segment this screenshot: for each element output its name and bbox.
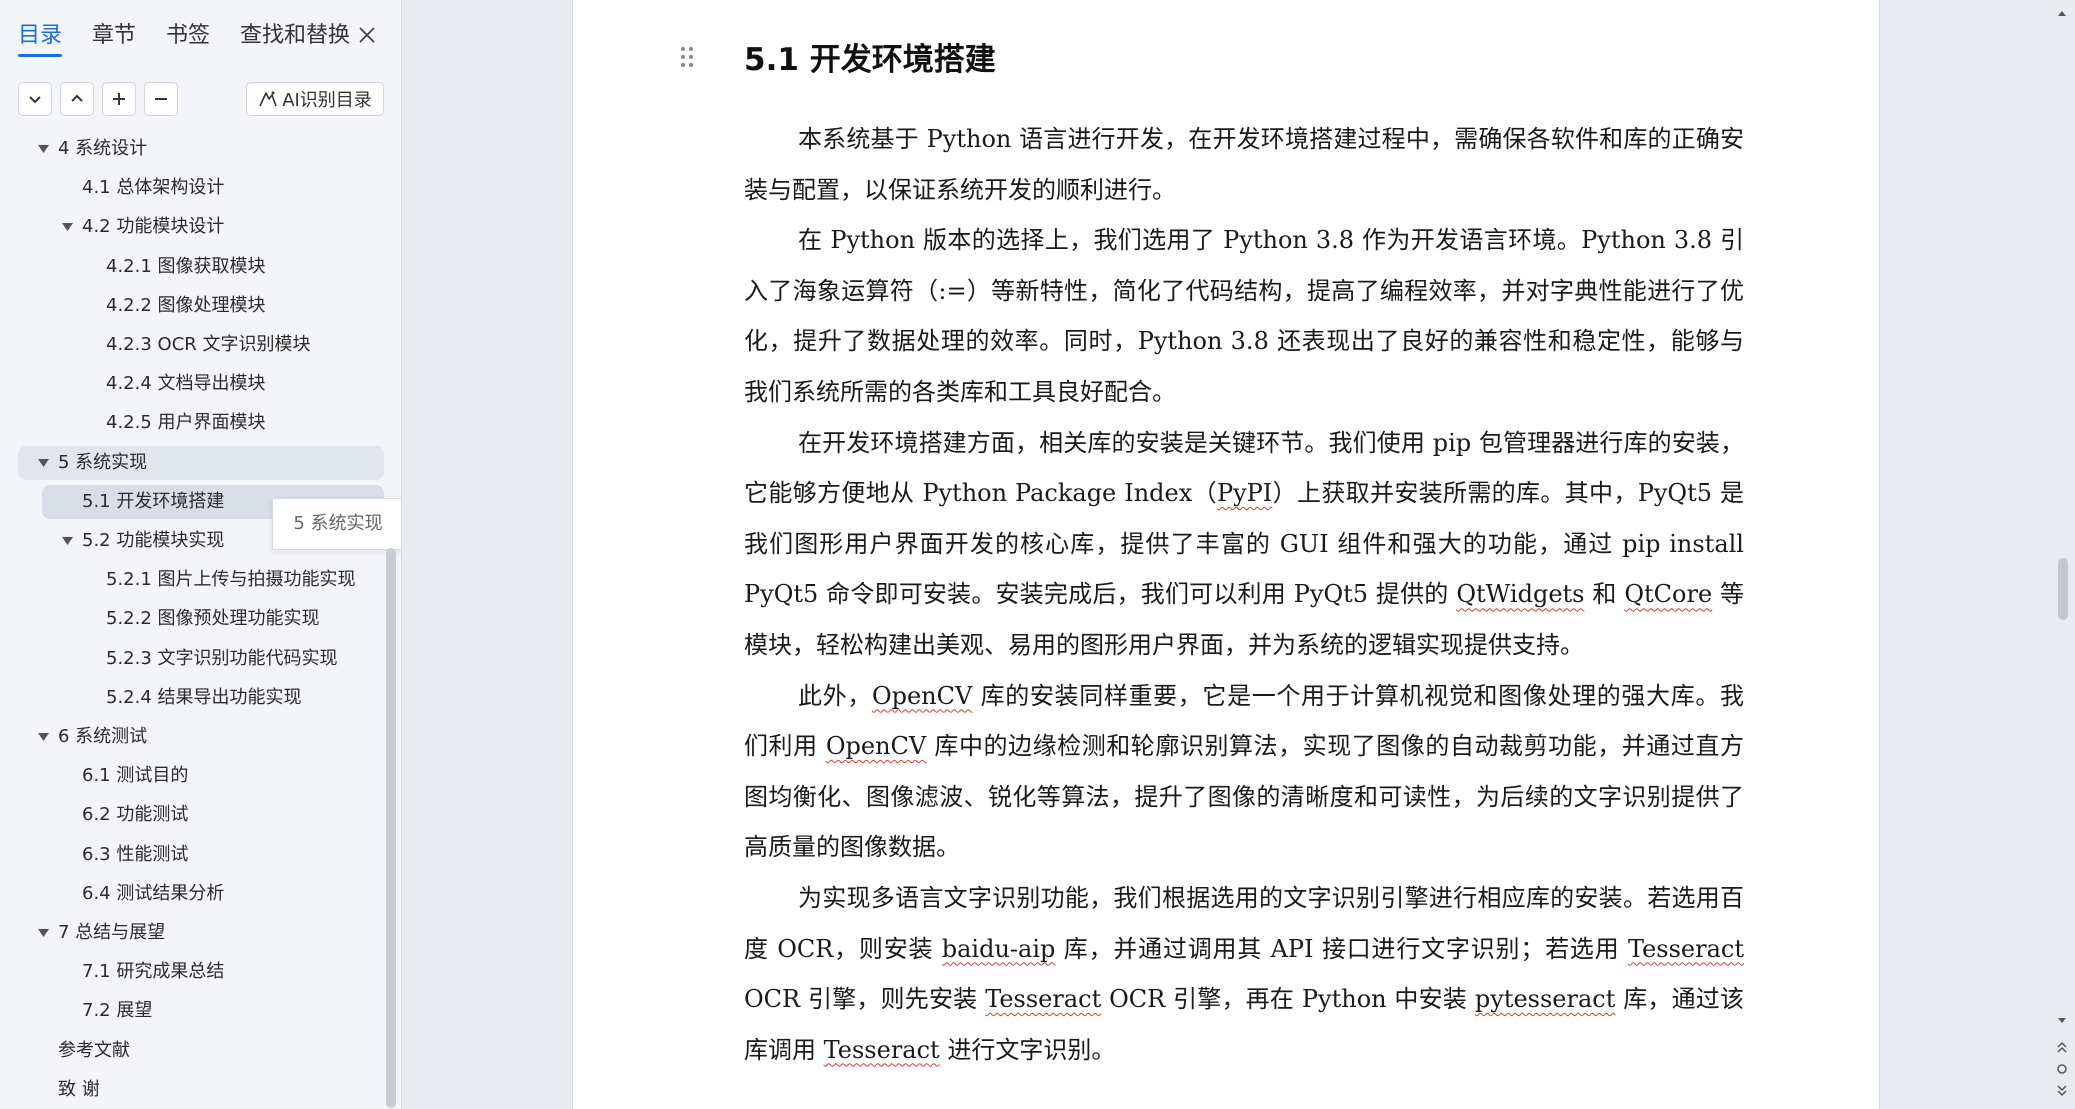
body-paragraph[interactable]: 在开发环境搭建方面，相关库的安装是关键环节。我们使用 pip 包管理器进行库的安… xyxy=(744,418,1744,671)
nav-tabs: 目录 章节 书签 查找和替换 xyxy=(18,18,380,58)
body-paragraph[interactable]: 本系统基于 Python 语言进行开发，在开发环境搭建过程中，需确保各软件和库的… xyxy=(744,114,1744,215)
close-icon xyxy=(359,27,375,43)
add-heading-button[interactable] xyxy=(102,82,136,116)
toc-item[interactable]: 5.1 开发环境搭建 xyxy=(82,485,224,519)
spellcheck-flagged-word: pytesseract xyxy=(1474,985,1616,1014)
toc-item[interactable]: 4.2.4 文档导出模块 xyxy=(106,367,266,401)
text-run: 在 Python 版本的选择上，我们选用了 Python 3.8 作为开发语言环… xyxy=(744,226,1744,406)
text-run: 和 xyxy=(1584,580,1625,609)
toc-item[interactable]: 5.2.2 图像预处理功能实现 xyxy=(106,602,320,636)
toc-item[interactable]: 6.3 性能测试 xyxy=(82,838,188,872)
toc-toolbar: AI识别目录 xyxy=(18,82,384,118)
spellcheck-flagged-word: QtCore xyxy=(1624,580,1713,609)
toc-scrollbar[interactable] xyxy=(386,548,396,1108)
text-run: OCR 引擎，则先安装 xyxy=(744,985,986,1014)
spellcheck-flagged-word: baidu-aip xyxy=(941,934,1056,963)
drag-handle-icon[interactable] xyxy=(677,44,697,70)
triangle-up-icon xyxy=(2058,11,2066,16)
text-run: OCR 引擎，再在 Python 中安装 xyxy=(1101,985,1475,1014)
toc-item[interactable]: 5 系统实现 xyxy=(58,446,147,480)
ai-magic-icon xyxy=(259,91,277,107)
spellcheck-flagged-word: OpenCV xyxy=(825,732,927,761)
toc-item[interactable]: 6.2 功能测试 xyxy=(82,798,188,832)
body-paragraph[interactable]: 为实现多语言文字识别功能，我们根据选用的文字识别引擎进行相应库的安装。若选用百度… xyxy=(744,873,1744,1075)
document-body[interactable]: 本系统基于 Python 语言进行开发，在开发环境搭建过程中，需确保各软件和库的… xyxy=(744,114,1744,1075)
toc-item[interactable]: 4.2 功能模块设计 xyxy=(82,210,224,244)
toc-item[interactable]: 7.2 展望 xyxy=(82,994,152,1028)
text-run: 此外， xyxy=(798,681,872,710)
navigation-pane: 目录 章节 书签 查找和替换 AI识别目录 4 系统设计 4.1 总体架构设计 … xyxy=(0,0,402,1109)
toc-item[interactable]: 5.2 功能模块实现 xyxy=(82,524,224,558)
triangle-down-icon xyxy=(2058,1018,2066,1023)
right-margin-area xyxy=(1881,0,2075,1109)
spellcheck-flagged-word: OpenCV xyxy=(871,681,973,710)
text-run: 进行文字识别。 xyxy=(939,1035,1116,1064)
close-pane-button[interactable] xyxy=(352,18,382,52)
toc-item[interactable]: 6.1 测试目的 xyxy=(82,759,188,793)
ai-recognize-toc-button[interactable]: AI识别目录 xyxy=(246,82,384,116)
toc-item[interactable]: 4.2.5 用户界面模块 xyxy=(106,406,266,440)
next-page-button[interactable] xyxy=(2051,1080,2073,1102)
toc-item[interactable]: 4 系统设计 xyxy=(58,132,147,166)
plus-icon xyxy=(113,93,125,105)
section-heading[interactable]: 5.1 开发环境搭建 xyxy=(744,34,996,79)
select-browse-object-button[interactable] xyxy=(2051,1058,2073,1080)
toc-tooltip: 5 系统实现 xyxy=(272,498,401,550)
tab-find-replace[interactable]: 查找和替换 xyxy=(240,19,350,57)
toc-item[interactable]: 6 系统测试 xyxy=(58,720,147,754)
double-chevron-up-icon xyxy=(2057,1041,2067,1053)
circle-icon xyxy=(2057,1064,2067,1074)
document-page[interactable]: 5.1 开发环境搭建 本系统基于 Python 语言进行开发，在开发环境搭建过程… xyxy=(572,0,1880,1109)
double-chevron-down-icon xyxy=(2057,1085,2067,1097)
text-run: 库，并通过调用其 API 接口进行文字识别；若选用 xyxy=(1055,934,1628,963)
document-scrollbar-thumb[interactable] xyxy=(2058,558,2068,620)
spellcheck-flagged-word: QtWidgets xyxy=(1456,580,1585,609)
scroll-up-button[interactable] xyxy=(2051,2,2073,24)
minus-icon xyxy=(155,98,167,100)
toc-item[interactable]: 5.2.1 图片上传与拍摄功能实现 xyxy=(106,563,356,597)
tab-bookmarks[interactable]: 书签 xyxy=(166,19,210,57)
collapse-up-button[interactable] xyxy=(60,82,94,116)
spellcheck-flagged-word: PyPI xyxy=(1216,479,1273,508)
ai-button-label: AI识别目录 xyxy=(282,90,372,111)
toc-item[interactable]: 6.4 测试结果分析 xyxy=(82,877,224,911)
body-paragraph[interactable]: 在 Python 版本的选择上，我们选用了 Python 3.8 作为开发语言环… xyxy=(744,215,1744,417)
scroll-down-button[interactable] xyxy=(2051,1010,2073,1032)
spellcheck-flagged-word: Tesseract xyxy=(985,985,1102,1014)
toc-item[interactable]: 4.1 总体架构设计 xyxy=(82,171,224,205)
tab-chapters[interactable]: 章节 xyxy=(92,19,136,57)
toc-item[interactable]: 5.2.3 文字识别功能代码实现 xyxy=(106,642,338,676)
spellcheck-flagged-word: Tesseract xyxy=(1627,934,1744,963)
remove-heading-button[interactable] xyxy=(144,82,178,116)
chevron-up-icon xyxy=(71,94,83,102)
body-paragraph[interactable]: 此外，OpenCV 库的安装同样重要，它是一个用于计算机视觉和图像处理的强大库。… xyxy=(744,671,1744,873)
tab-toc[interactable]: 目录 xyxy=(18,19,63,57)
collapse-down-button[interactable] xyxy=(18,82,52,116)
prev-page-button[interactable] xyxy=(2051,1036,2073,1058)
toc-item[interactable]: 5.2.4 结果导出功能实现 xyxy=(106,681,302,715)
toc-item[interactable]: 参考文献 xyxy=(58,1034,130,1068)
toc-item[interactable]: 7.1 研究成果总结 xyxy=(82,955,224,989)
toc-item[interactable]: 致 谢 xyxy=(58,1073,100,1107)
toc-item[interactable]: 4.2.1 图像获取模块 xyxy=(106,250,266,284)
toc-item[interactable]: 7 总结与展望 xyxy=(58,916,165,950)
toc-item[interactable]: 4.2.3 OCR 文字识别模块 xyxy=(106,328,311,362)
chevron-down-icon xyxy=(29,96,41,104)
text-run: 本系统基于 Python 语言进行开发，在开发环境搭建过程中，需确保各软件和库的… xyxy=(744,125,1744,204)
toc-item[interactable]: 4.2.2 图像处理模块 xyxy=(106,289,266,323)
spellcheck-flagged-word: Tesseract xyxy=(823,1035,940,1064)
